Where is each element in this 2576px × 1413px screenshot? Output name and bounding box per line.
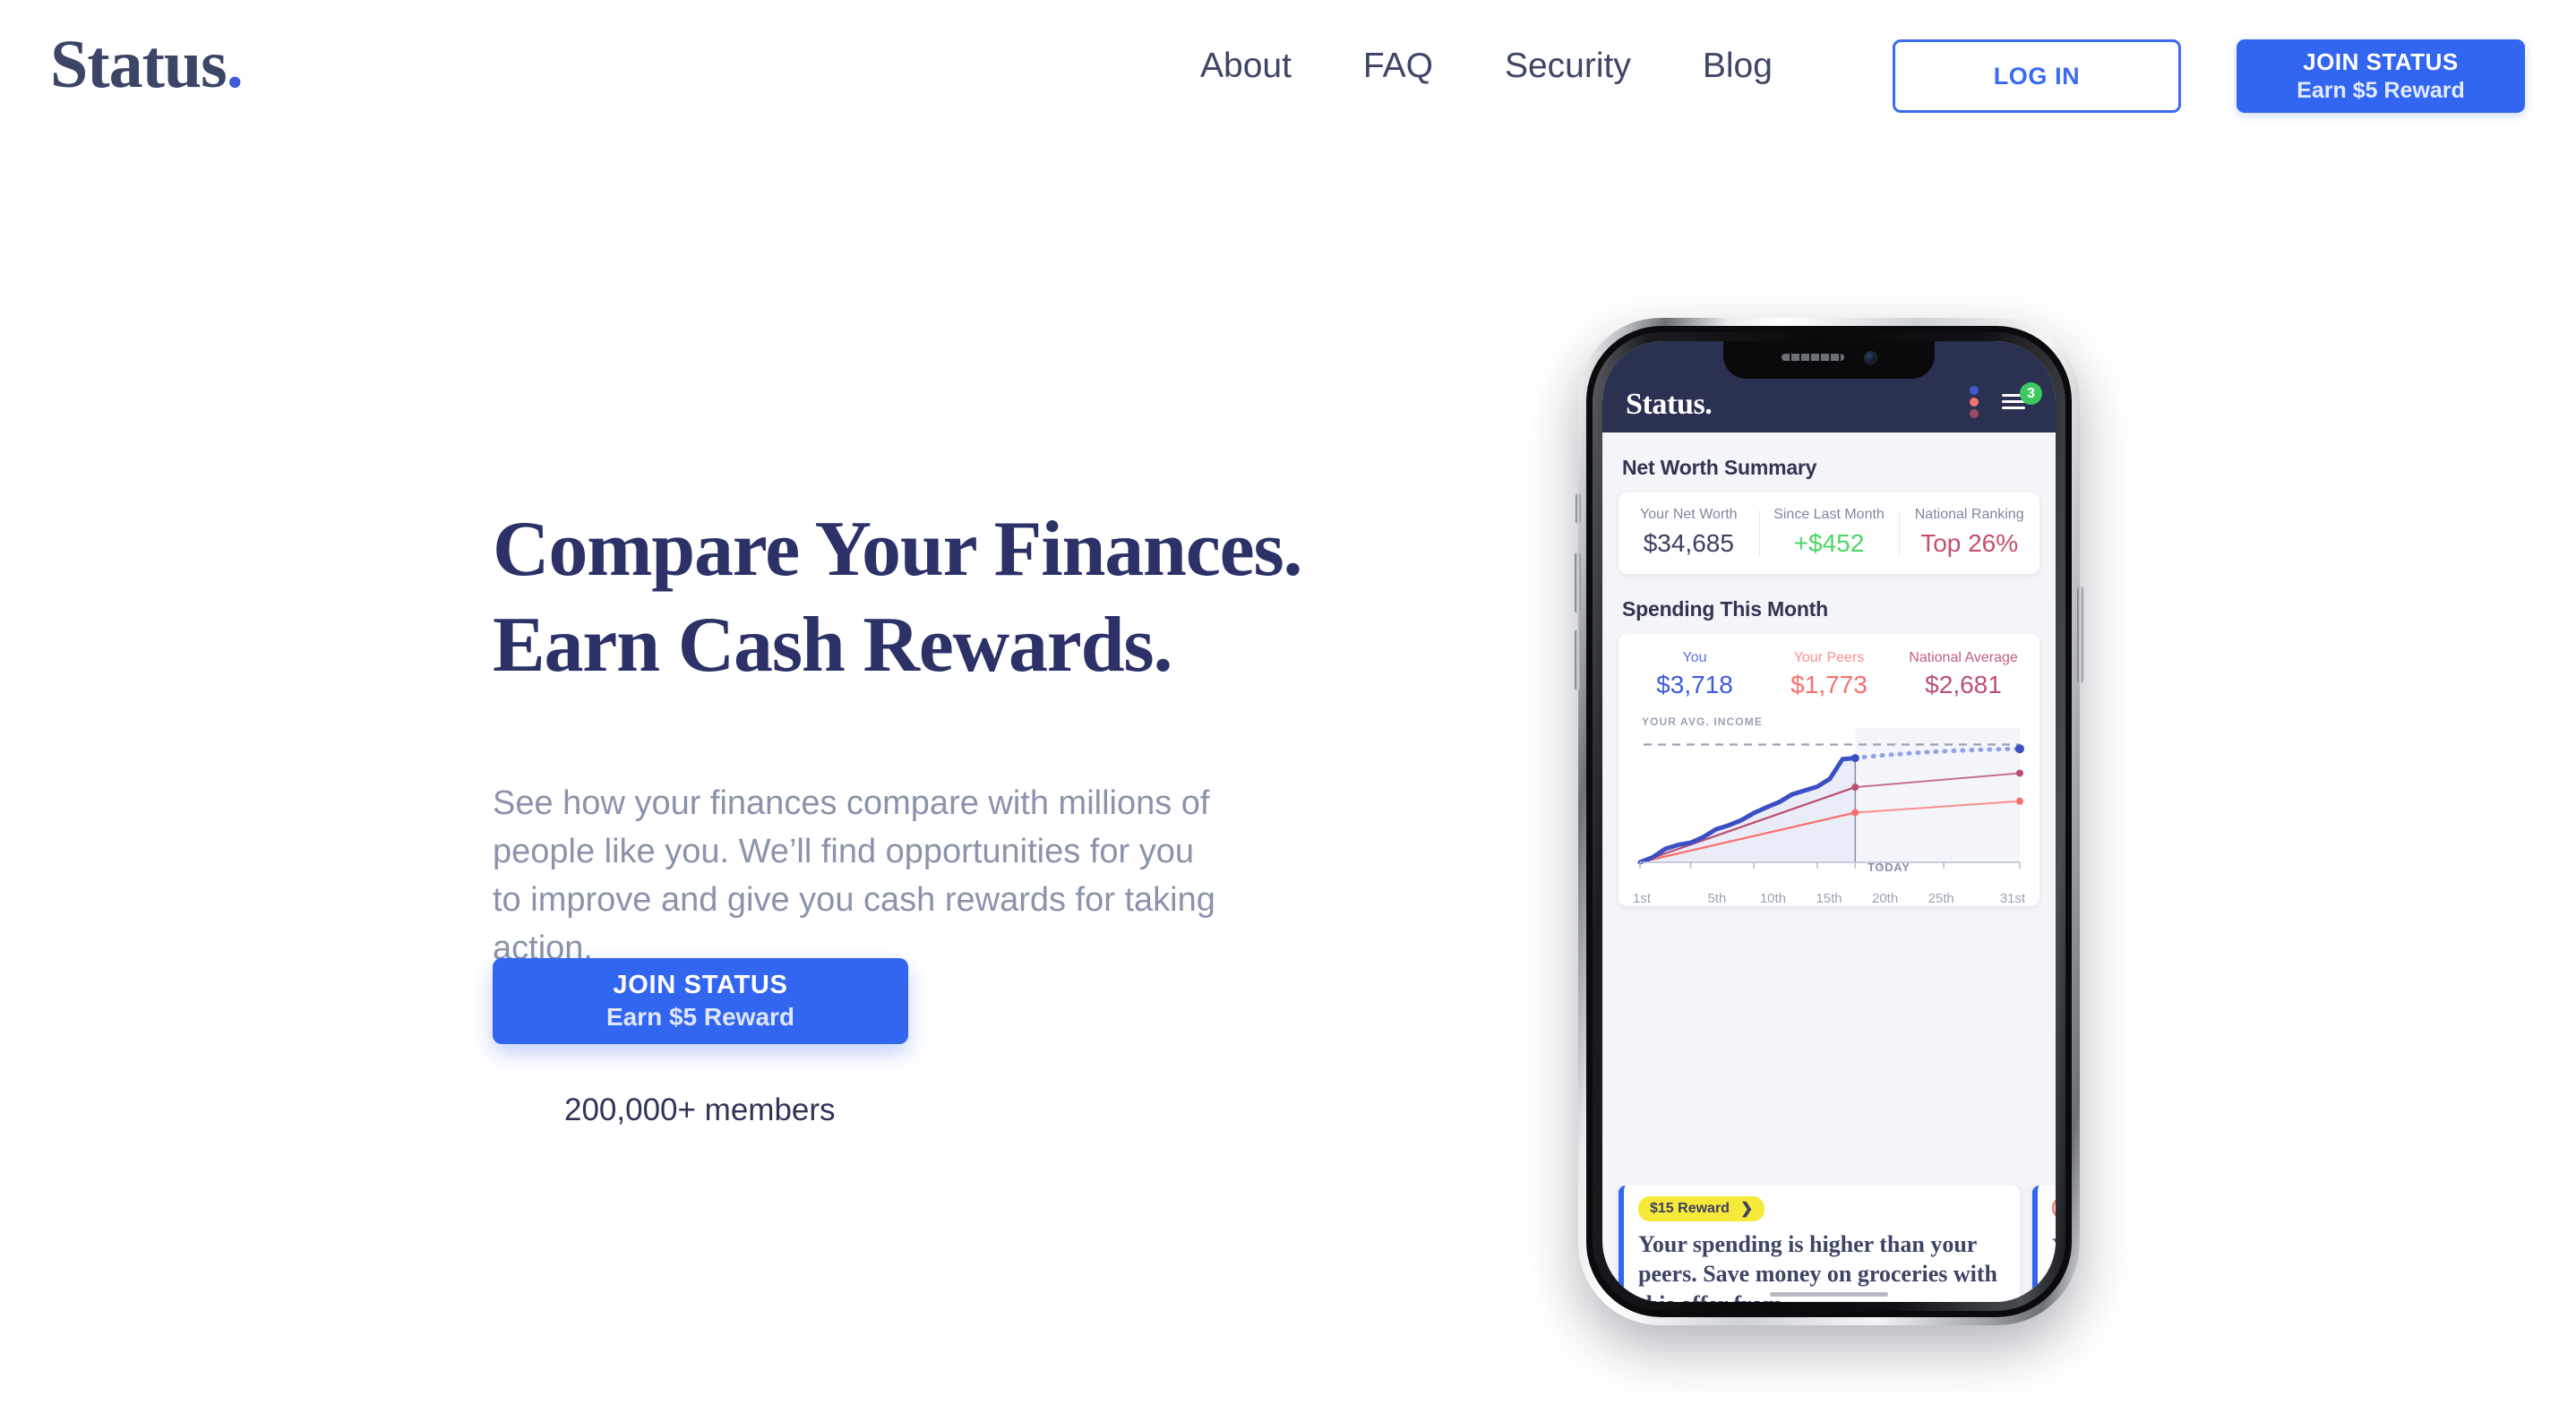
x-tick: 25th [1928, 891, 1954, 906]
reward-card[interactable]: $15 Reward ❯ Your spending is higher tha… [1619, 1186, 2020, 1302]
join-status-button-header[interactable]: JOIN STATUS Earn $5 Reward [2237, 39, 2525, 113]
net-worth-card: Your Net Worth $34,685 Since Last Month … [1619, 492, 2039, 574]
spend-stat-your-peers: Your Peers $1,773 [1762, 650, 1896, 699]
spend-label: Your Peers [1793, 650, 1865, 665]
spending-stats: You $3,718 Your Peers $1,773 National Av… [1619, 648, 2039, 705]
reward-text: Your spending is higher than your peers.… [1638, 1231, 1998, 1302]
reward-badge[interactable] [2052, 1196, 2056, 1220]
join-status-button-hero[interactable]: JOIN STATUS Earn $5 Reward [493, 958, 908, 1044]
hero-subtitle: See how your finances compare with milli… [493, 784, 1215, 967]
phone-mute-switch [1576, 493, 1581, 524]
stat-label: National Ranking [1914, 507, 2024, 522]
reward-badge[interactable]: $15 Reward ❯ [1638, 1196, 1765, 1221]
stat-value: $34,685 [1643, 529, 1734, 557]
spend-label: You [1682, 650, 1707, 665]
site-logo[interactable]: Status. [50, 30, 244, 98]
app-header-actions: 3 [1970, 382, 2042, 420]
join-button-subtitle: Earn $5 Reward [2297, 78, 2465, 103]
spend-label: National Average [1909, 650, 2018, 665]
page-title: Compare Your Finances. Earn Cash Rewards… [493, 501, 1344, 694]
phone-mockup: Status. 3 Net Worth Summary Your Net Wor… [1575, 318, 2083, 1325]
spend-stat-national-average: National Average $2,681 [1896, 650, 2031, 699]
login-button[interactable]: LOG IN [1893, 39, 2181, 113]
app-logo: Status. [1626, 388, 1713, 421]
spending-chart: YOUR AVG. INCOME TODAY [1626, 715, 2032, 887]
phone-screen: Status. 3 Net Worth Summary Your Net Wor… [1602, 341, 2056, 1302]
reward-card[interactable]: Your credit card rate is [2032, 1186, 2056, 1302]
stat-since-last-month: Since Last Month +$452 [1758, 507, 1900, 558]
site-logo-text: Status [50, 27, 228, 102]
reward-text: Your credit card rate is [2052, 1232, 2056, 1262]
spend-value: $2,681 [1925, 671, 2002, 698]
nav-item-security[interactable]: Security [1469, 47, 1667, 86]
spend-value: $1,773 [1790, 671, 1868, 698]
phone-volume-up-button [1575, 552, 1581, 613]
x-tick: 10th [1759, 891, 1787, 906]
spend-value: $3,718 [1656, 671, 1733, 698]
hamburger-menu-icon[interactable]: 3 [2002, 382, 2042, 412]
reward-badge-label: $15 Reward [1650, 1201, 1730, 1216]
hero-title-line2: Earn Cash Rewards. [493, 602, 1172, 689]
stat-value: Top 26% [1920, 529, 2019, 557]
x-tick: 31st [1999, 891, 2026, 906]
spending-section-title: Spending This Month [1622, 597, 1828, 621]
reward-cards-strip: $15 Reward ❯ Your spending is higher tha… [1602, 1186, 2056, 1302]
hero-cta-title: JOIN STATUS [613, 971, 788, 999]
hero-cta-subtitle: Earn $5 Reward [605, 1003, 795, 1031]
main-navigation: About FAQ Security Blog [1164, 47, 1808, 86]
stat-label: Since Last Month [1773, 507, 1885, 522]
net-worth-stats: Your Net Worth $34,685 Since Last Month … [1619, 492, 2039, 574]
phone-power-button [2077, 587, 2083, 683]
front-camera-icon [1863, 350, 1877, 364]
stat-label: Your Net Worth [1640, 507, 1738, 522]
earpiece-speaker-icon [1781, 354, 1844, 361]
net-worth-section-title: Net Worth Summary [1622, 456, 1817, 479]
chevron-right-icon: ❯ [1739, 1200, 1754, 1217]
phone-volume-down-button [1575, 629, 1581, 690]
x-tick: 20th [1872, 891, 1899, 906]
site-logo-dot: . [226, 27, 244, 102]
notification-badge: 3 [2020, 382, 2042, 405]
spend-stat-you: You $3,718 [1627, 650, 1762, 699]
stat-value: +$452 [1793, 529, 1865, 557]
app-content: Net Worth Summary Your Net Worth $34,685… [1602, 456, 2056, 906]
site-header: Status. About FAQ Security Blog LOG IN J… [0, 0, 2576, 136]
stat-your-net-worth: Your Net Worth $34,685 [1619, 507, 1759, 558]
avg-income-annotation: YOUR AVG. INCOME [1642, 715, 1763, 728]
stat-national-ranking: National Ranking Top 26% [1899, 507, 2039, 558]
nav-item-blog[interactable]: Blog [1667, 47, 1808, 86]
members-count: 200,000+ members [564, 1092, 836, 1127]
join-button-title: JOIN STATUS [2303, 48, 2459, 75]
nav-item-about[interactable]: About [1164, 47, 1327, 86]
spending-card: You $3,718 Your Peers $1,773 National Av… [1619, 634, 2039, 906]
hero-title-line1: Compare Your Finances. [493, 506, 1303, 593]
hero-section: Compare Your Finances. Earn Cash Rewards… [493, 501, 1344, 1127]
spending-chart-svg [1637, 728, 2024, 869]
chart-x-axis: 1st 5th 10th 15th 20th 25th 31st [1626, 891, 2032, 906]
x-tick: 15th [1816, 891, 1842, 906]
x-tick: 5th [1707, 891, 1727, 906]
today-annotation: TODAY [1868, 861, 1911, 874]
x-tick: 1st [1633, 891, 1652, 906]
home-indicator [1770, 1292, 1888, 1297]
more-vertical-icon[interactable] [1970, 386, 1979, 418]
nav-item-faq[interactable]: FAQ [1327, 47, 1469, 86]
phone-notch [1723, 341, 1935, 379]
